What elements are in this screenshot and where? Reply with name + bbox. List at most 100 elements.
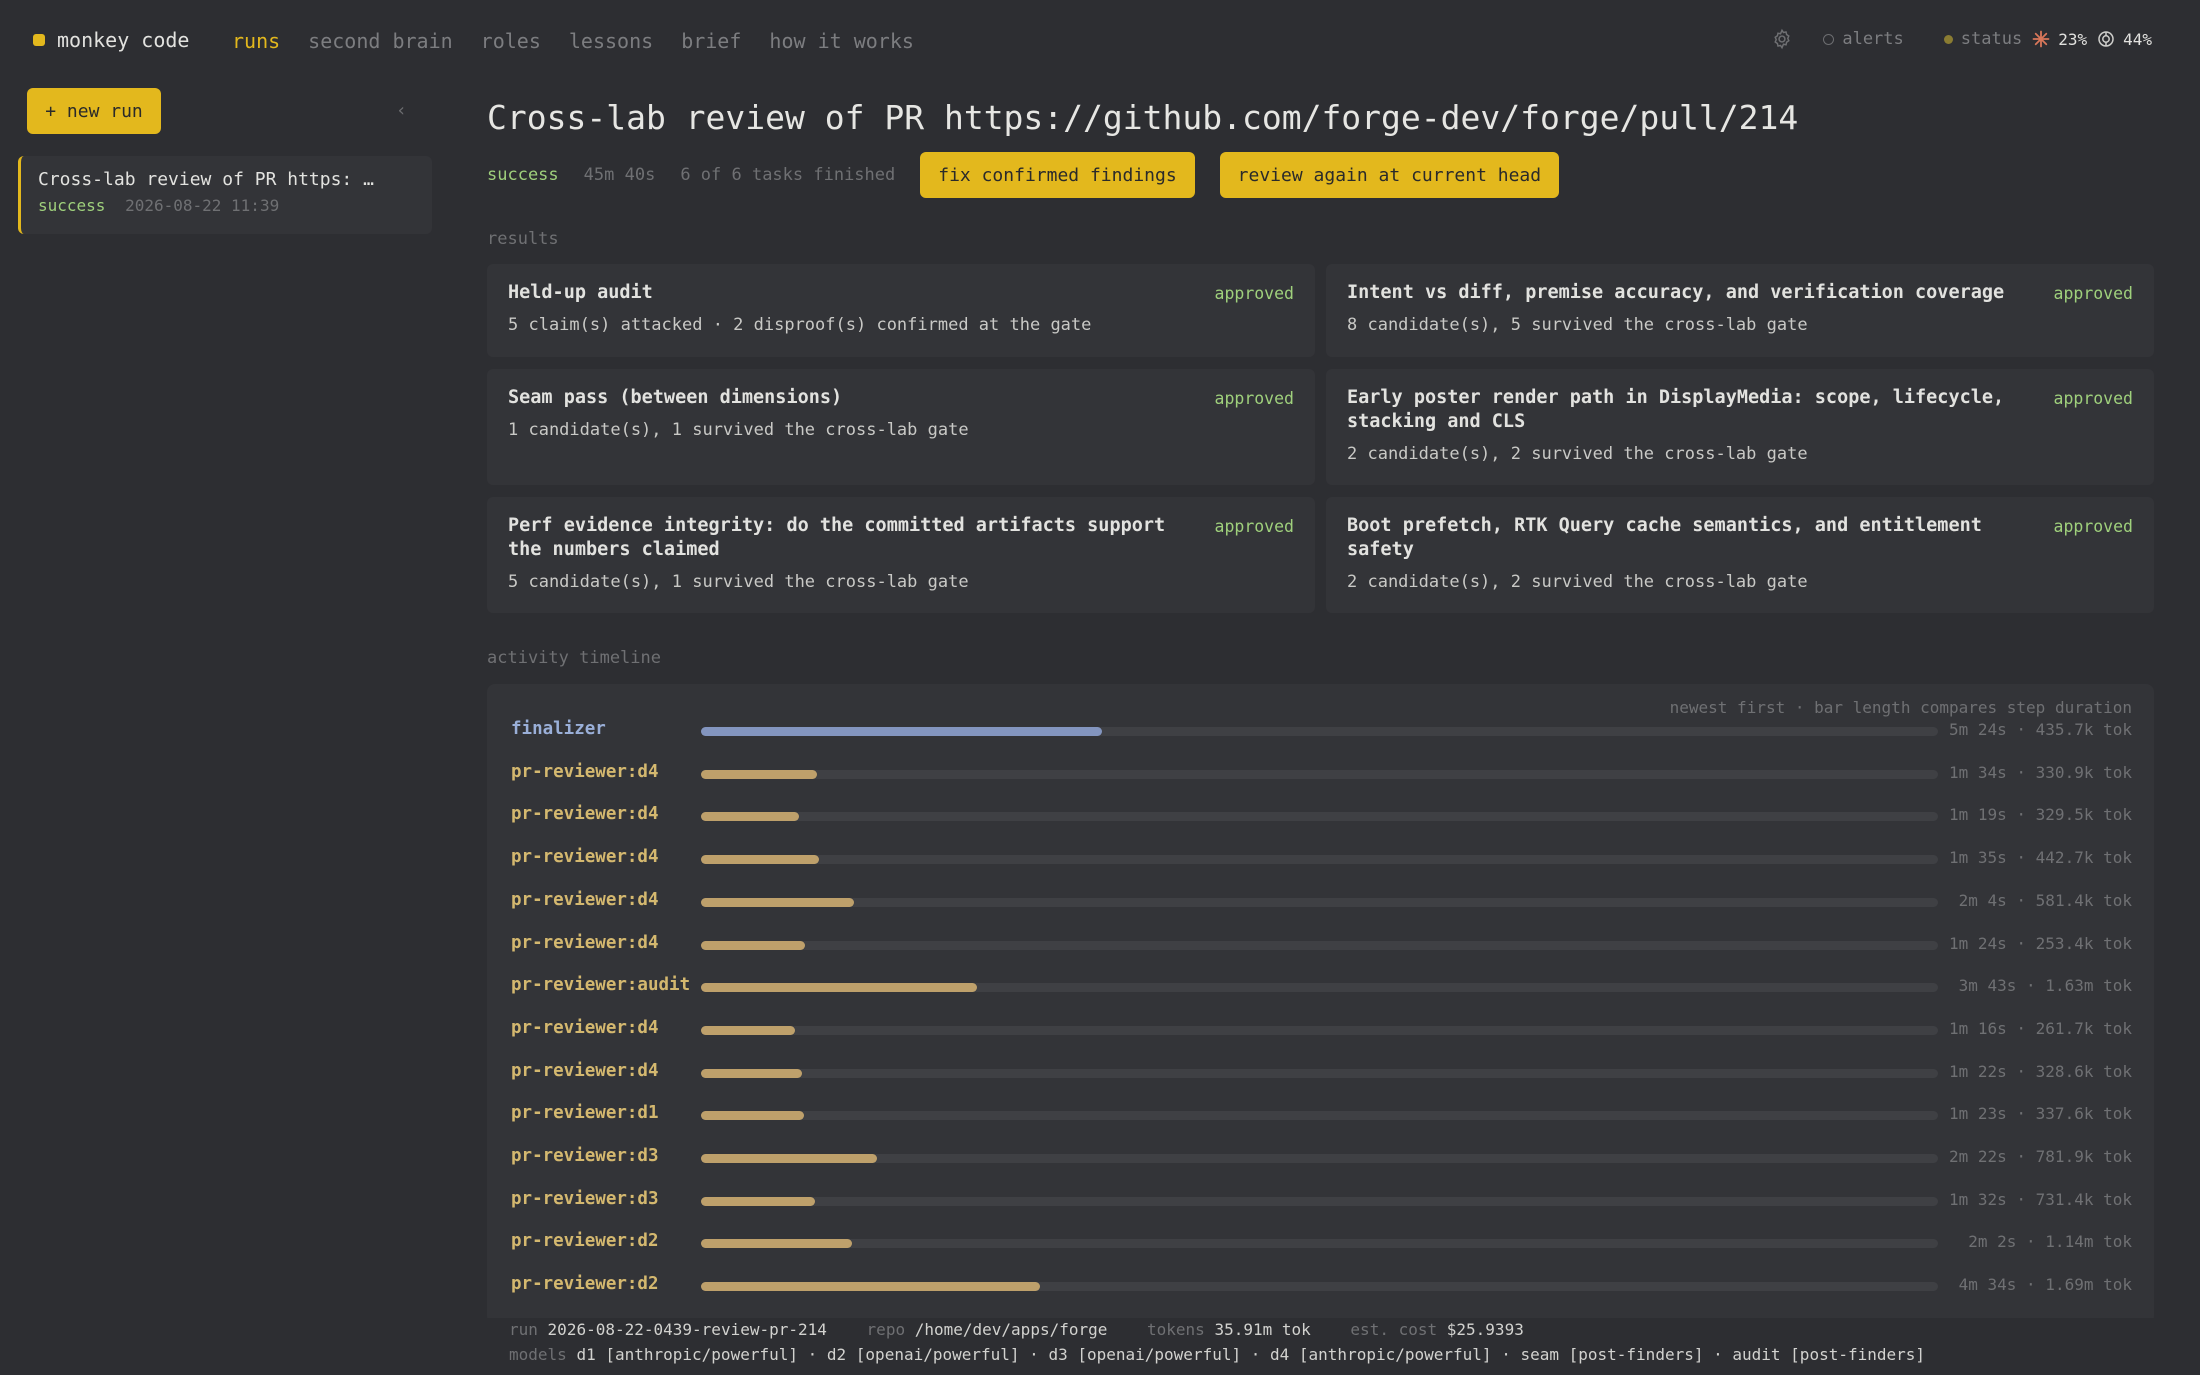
timeline-step-name: pr-reviewer:d4	[511, 889, 659, 910]
timeline-row[interactable]: pr-reviewer:d4 1m 19s · 329.5k tok	[487, 801, 2154, 831]
result-card[interactable]: Seam pass (between dimensions) approved …	[487, 369, 1315, 485]
usage-metric-1-value: 23%	[2058, 29, 2088, 49]
knot-icon	[2098, 31, 2114, 47]
timeline-step-stats: 2m 2s · 1.14m tok	[1968, 1232, 2132, 1252]
timeline-step-stats: 3m 43s · 1.63m tok	[1958, 976, 2132, 996]
timeline-row[interactable]: pr-reviewer:d3 1m 32s · 731.4k tok	[487, 1186, 2154, 1216]
timeline-duration-track	[701, 1239, 1938, 1249]
footer-repo-value: /home/dev/apps/forge	[914, 1320, 1108, 1339]
footer-models-info: models d1 [anthropic/powerful] · d2 [ope…	[509, 1345, 1955, 1364]
brand-name: monkey code	[57, 28, 190, 52]
nav-roles[interactable]: roles	[481, 29, 541, 53]
gear-icon[interactable]	[1771, 28, 1793, 50]
result-card-title: Early poster render path in DisplayMedia…	[1347, 387, 2005, 432]
timeline-step-name: pr-reviewer:d3	[511, 1146, 659, 1166]
timeline-step-stats: 1m 22s · 328.6k tok	[1948, 1061, 2132, 1081]
result-card-summary: 2 candidate(s), 2 survived the cross-lab…	[1347, 572, 1808, 592]
top-right-controls: alerts status 23% 44%	[1771, 28, 2152, 50]
timeline-row[interactable]: pr-reviewer:d4 1m 35s · 442.7k tok	[487, 844, 2154, 874]
result-card-title: Intent vs diff, premise accuracy, and ve…	[1347, 282, 2005, 303]
timeline-step-name: pr-reviewer:audit	[511, 975, 691, 996]
result-card-status: approved	[1214, 284, 1294, 303]
status-dot-icon	[1943, 34, 1953, 44]
top-bar: monkey code runs second brain roles less…	[0, 0, 2200, 82]
result-card[interactable]: Boot prefetch, RTK Query cache semantics…	[1326, 497, 2154, 613]
timeline-duration-track	[701, 1196, 1938, 1206]
usage-metric-2: 44%	[2097, 30, 2152, 49]
timeline-duration-bar	[701, 1239, 852, 1249]
timeline-duration-bar	[701, 1154, 877, 1163]
timeline-row[interactable]: pr-reviewer:d4 1m 34s · 330.9k tok	[487, 759, 2154, 789]
timeline-row[interactable]: pr-reviewer:d1 1m 23s · 337.6k tok	[487, 1100, 2154, 1130]
timeline-step-stats: 1m 24s · 253.4k tok	[1948, 933, 2132, 953]
timeline-row[interactable]: pr-reviewer:d4 1m 22s · 328.6k tok	[487, 1058, 2154, 1088]
review-again-button[interactable]: review again at current head	[1219, 152, 1560, 198]
timeline-duration-bar	[701, 1111, 804, 1121]
spark-icon	[2032, 30, 2050, 48]
result-card-status: approved	[1214, 517, 1294, 536]
collapse-sidebar-icon[interactable]: ‹	[396, 100, 407, 121]
nav-second-brain[interactable]: second brain	[308, 29, 453, 53]
run-task-count: 6 of 6 tasks finished	[680, 165, 896, 185]
usage-metric-2-value: 44%	[2123, 29, 2152, 49]
brand[interactable]: monkey code	[33, 28, 189, 52]
result-card-summary: 8 candidate(s), 5 survived the cross-lab…	[1347, 315, 1808, 335]
sidebar: + new run ‹ Cross-lab review of PR https…	[0, 82, 450, 1375]
timeline-step-stats: 2m 22s · 781.9k tok	[1948, 1147, 2132, 1166]
timeline-row[interactable]: pr-reviewer:d2 4m 34s · 1.69m tok	[487, 1271, 2154, 1301]
timeline-step-name: finalizer	[511, 719, 606, 739]
timeline-duration-track	[701, 1111, 1938, 1121]
nav-how-it-works[interactable]: how it works	[769, 29, 914, 53]
result-card-title: Perf evidence integrity: do the committe…	[508, 515, 1166, 560]
results-grid: Held-up audit approved 5 claim(s) attack…	[487, 264, 2154, 613]
timeline-duration-track	[701, 1154, 1938, 1163]
timeline-step-name: pr-reviewer:d3	[511, 1188, 659, 1209]
timeline-duration-bar	[701, 897, 855, 907]
page-title: Cross-lab review of PR https://github.co…	[487, 98, 1799, 137]
result-card[interactable]: Perf evidence integrity: do the committe…	[487, 497, 1315, 613]
activity-timeline[interactable]: newest first · bar length compares step …	[487, 684, 2154, 1324]
footer-models-label: models	[509, 1345, 567, 1364]
timeline-step-stats: 4m 34s · 1.69m tok	[1958, 1275, 2132, 1295]
result-card-status: approved	[1214, 389, 1294, 408]
alerts-toggle[interactable]: alerts	[1823, 29, 1904, 49]
timeline-row[interactable]: pr-reviewer:d4 2m 4s · 581.4k tok	[487, 887, 2154, 917]
nav-lessons[interactable]: lessons	[569, 29, 653, 53]
timeline-duration-bar	[701, 983, 977, 993]
timeline-duration-bar	[701, 940, 805, 950]
timeline-duration-track	[701, 769, 1938, 779]
result-card-status: approved	[2053, 389, 2133, 408]
brand-logo-icon	[33, 34, 45, 46]
timeline-row[interactable]: finalizer 5m 24s · 435.7k tok	[487, 716, 2154, 746]
timeline-row[interactable]: pr-reviewer:d4 1m 24s · 253.4k tok	[487, 930, 2154, 960]
result-card-summary: 5 claim(s) attacked · 2 disproof(s) conf…	[508, 315, 1092, 335]
timeline-row[interactable]: pr-reviewer:audit 3m 43s · 1.63m tok	[487, 972, 2154, 1002]
timeline-step-name: pr-reviewer:d2	[511, 1274, 659, 1295]
timeline-step-stats: 2m 4s · 581.4k tok	[1958, 890, 2132, 910]
nav-brief[interactable]: brief	[681, 29, 741, 53]
timeline-duration-bar	[701, 1025, 795, 1035]
run-footer: run 2026-08-22-0439-review-pr-214 repo /…	[487, 1318, 2200, 1375]
result-card[interactable]: Intent vs diff, premise accuracy, and ve…	[1326, 264, 2154, 357]
status-indicator[interactable]: status	[1943, 29, 2022, 49]
timeline-row[interactable]: pr-reviewer:d4 1m 16s · 261.7k tok	[487, 1015, 2154, 1045]
fix-confirmed-findings-button[interactable]: fix confirmed findings	[920, 152, 1195, 198]
run-duration: 45m 40s	[583, 165, 656, 185]
nav-runs[interactable]: runs	[232, 29, 280, 53]
run-status-badge: success	[487, 165, 559, 185]
timeline-row[interactable]: pr-reviewer:d3 2m 22s · 781.9k tok	[487, 1143, 2154, 1173]
run-list-item[interactable]: Cross-lab review of PR https: … success …	[18, 156, 432, 234]
result-card[interactable]: Held-up audit approved 5 claim(s) attack…	[487, 264, 1315, 357]
new-run-button[interactable]: + new run	[27, 88, 161, 134]
timeline-section-label: activity timeline	[487, 648, 661, 668]
timeline-step-name: pr-reviewer:d4	[511, 761, 659, 782]
timeline-duration-bar	[701, 769, 818, 779]
timeline-duration-track	[701, 1068, 1938, 1078]
timeline-row[interactable]: pr-reviewer:d2 2m 2s · 1.14m tok	[487, 1228, 2154, 1258]
result-card[interactable]: Early poster render path in DisplayMedia…	[1326, 369, 2154, 485]
timeline-step-name: pr-reviewer:d4	[511, 804, 659, 825]
timeline-step-stats: 1m 19s · 329.5k tok	[1948, 805, 2132, 825]
result-card-status: approved	[2053, 284, 2133, 303]
result-card-summary: 1 candidate(s), 1 survived the cross-lab…	[508, 420, 969, 440]
result-card-summary: 2 candidate(s), 2 survived the cross-lab…	[1347, 444, 1808, 464]
